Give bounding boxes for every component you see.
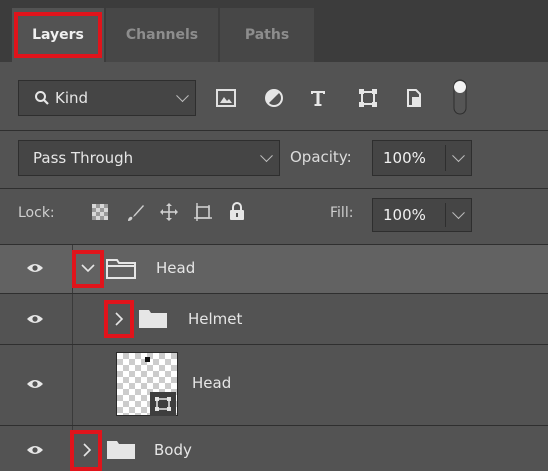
blend-mode-value: Pass Through (33, 149, 134, 167)
chevron-down-icon (176, 89, 189, 103)
chevron-right-icon[interactable] (80, 441, 94, 459)
chevron-right-icon[interactable] (112, 310, 126, 328)
opacity-label[interactable]: Opacity: (290, 148, 352, 166)
chevron-down-icon[interactable] (452, 149, 465, 163)
adjustment-filter-icon[interactable] (262, 86, 286, 110)
tab-paths[interactable]: Paths (220, 8, 314, 62)
layer-name[interactable]: Body (154, 441, 192, 459)
lock-image-pixels-icon[interactable] (124, 202, 146, 224)
layer-row-helmet-group[interactable] (0, 294, 548, 344)
search-icon (33, 89, 51, 107)
layer-name[interactable]: Head (192, 374, 231, 392)
visibility-eye-icon[interactable] (24, 311, 46, 327)
thumbnail-mark (144, 356, 152, 364)
folder-icon (106, 258, 136, 280)
blend-mode-dropdown[interactable]: Pass Through (18, 140, 280, 176)
fill-value[interactable]: 100% (383, 206, 426, 224)
folder-icon (138, 309, 168, 329)
lock-transparent-pixels-icon[interactable] (90, 202, 110, 222)
visibility-eye-icon[interactable] (24, 442, 46, 458)
folder-icon (106, 440, 136, 460)
chevron-down-icon[interactable] (80, 260, 96, 276)
image-filter-icon[interactable] (214, 86, 238, 110)
opacity-value[interactable]: 100% (383, 149, 426, 167)
lock-position-icon[interactable] (158, 201, 180, 223)
smart-object-filter-icon[interactable] (402, 86, 426, 110)
visibility-eye-icon[interactable] (24, 260, 46, 276)
chevron-down-icon (260, 149, 273, 163)
layer-row-head-layer[interactable] (0, 345, 548, 425)
lock-all-icon[interactable] (226, 200, 248, 222)
tab-channels[interactable]: Channels (106, 8, 218, 62)
shape-layer-badge-icon (150, 392, 176, 416)
layer-name[interactable]: Helmet (188, 310, 242, 328)
kind-filter-dropdown[interactable]: Kind (18, 80, 196, 116)
type-filter-icon[interactable] (306, 86, 330, 110)
fill-field[interactable]: 100% (372, 198, 472, 232)
chevron-down-icon[interactable] (452, 206, 465, 220)
fill-label[interactable]: Fill: (330, 205, 353, 221)
visibility-eye-icon[interactable] (24, 376, 46, 392)
tab-layers[interactable]: Layers (12, 8, 104, 62)
kind-label: Kind (55, 89, 89, 107)
shape-filter-icon[interactable] (356, 86, 380, 110)
filter-toggle-icon[interactable] (452, 78, 468, 116)
lock-label: Lock: (18, 205, 55, 221)
lock-artboard-icon[interactable] (192, 201, 214, 223)
layer-name[interactable]: Head (156, 259, 195, 277)
opacity-field[interactable]: 100% (372, 140, 472, 176)
